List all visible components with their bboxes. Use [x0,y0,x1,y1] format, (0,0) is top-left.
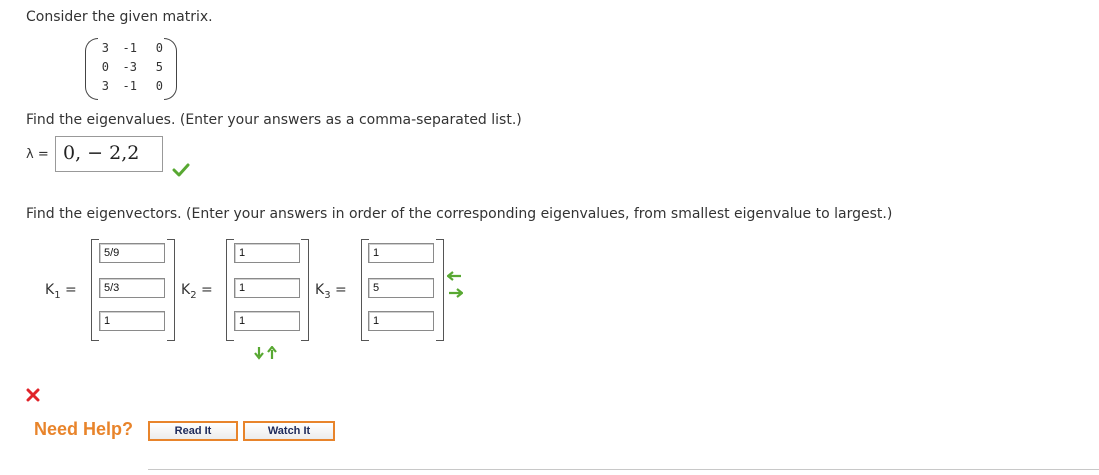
k1-label: K1 = [45,282,77,301]
x-icon [26,388,40,402]
k2-label: K2 = [181,282,213,301]
lambda-label: λ = [26,147,49,162]
given-matrix: 3 -1 0 0 -3 5 3 -1 0 [85,38,177,100]
matrix-cell: -1 [122,41,137,55]
intro-text: Consider the given matrix. [26,9,213,25]
k1-entry-2[interactable] [99,278,165,298]
k2-entry-3[interactable] [234,311,300,331]
watch-it-button[interactable]: Watch It [243,421,335,441]
need-help-label: Need Help? [34,419,134,439]
read-it-button[interactable]: Read It [148,421,238,441]
matrix-cell: 5 [155,60,163,74]
matrix-cell: -3 [122,60,137,74]
k3-entry-3[interactable] [368,311,434,331]
matrix-cell: 0 [155,79,163,93]
matrix-cell: 0 [101,60,109,74]
k2-left-bracket [226,239,234,341]
k3-entry-1[interactable] [368,243,434,263]
k1-entry-1[interactable] [99,243,165,263]
down-up-arrows-icon[interactable] [254,346,280,360]
k1-right-bracket [167,239,175,341]
k2-right-bracket [301,239,309,341]
k1-entry-3[interactable] [99,311,165,331]
matrix-cell: -1 [122,79,137,93]
matrix-cell: 3 [101,41,109,55]
matrix-cell: 3 [101,79,109,93]
k3-entry-2[interactable] [368,278,434,298]
k1-left-bracket [91,239,99,341]
k2-entry-2[interactable] [234,278,300,298]
eigenvalues-answer-field[interactable]: 0, − 2,2 [55,136,163,172]
k2-entry-1[interactable] [234,243,300,263]
k3-label: K3 = [315,282,347,301]
matrix-cell: 0 [155,41,163,55]
eigenvectors-prompt: Find the eigenvectors. (Enter your answe… [26,206,893,222]
eigenvalues-prompt: Find the eigenvalues. (Enter your answer… [26,112,522,128]
divider [148,469,1099,470]
left-right-arrows-icon[interactable] [447,270,463,300]
k3-right-bracket [436,239,444,341]
check-icon [172,163,190,177]
matrix-right-paren [164,38,177,100]
